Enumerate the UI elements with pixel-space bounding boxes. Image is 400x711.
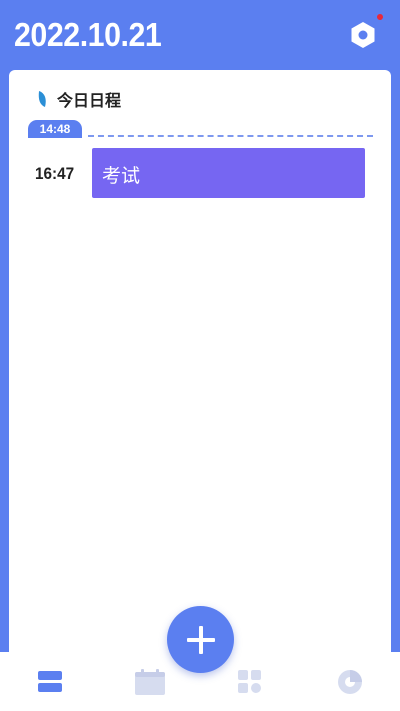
section-header: 今日日程 <box>37 87 121 111</box>
add-event-button[interactable] <box>167 606 234 673</box>
event-block[interactable]: 考试 <box>92 148 365 198</box>
notification-dot <box>377 14 383 20</box>
current-time-line <box>88 135 373 137</box>
event-time: 16:47 <box>35 164 75 183</box>
event-title: 考试 <box>102 165 141 187</box>
current-time-badge: 14:48 <box>28 120 82 138</box>
event-row: 16:47 考试 <box>9 148 391 198</box>
schedule-card: 今日日程 14:48 16:47 考试 <box>9 70 391 670</box>
nav-item-statistics[interactable] <box>300 652 400 711</box>
app-header: 2022.10.21 <box>0 0 400 70</box>
hexagon-gear-icon <box>351 22 375 48</box>
calendar-icon <box>135 668 165 695</box>
settings-button[interactable] <box>346 18 380 52</box>
plus-icon <box>186 625 215 654</box>
leaf-icon <box>38 91 46 107</box>
grid-icon <box>238 669 261 693</box>
section-title: 今日日程 <box>57 91 122 110</box>
nav-item-list[interactable] <box>0 652 100 711</box>
pie-chart-icon <box>338 669 362 694</box>
list-icon <box>38 670 62 692</box>
current-date-title: 2022.10.21 <box>14 16 162 53</box>
